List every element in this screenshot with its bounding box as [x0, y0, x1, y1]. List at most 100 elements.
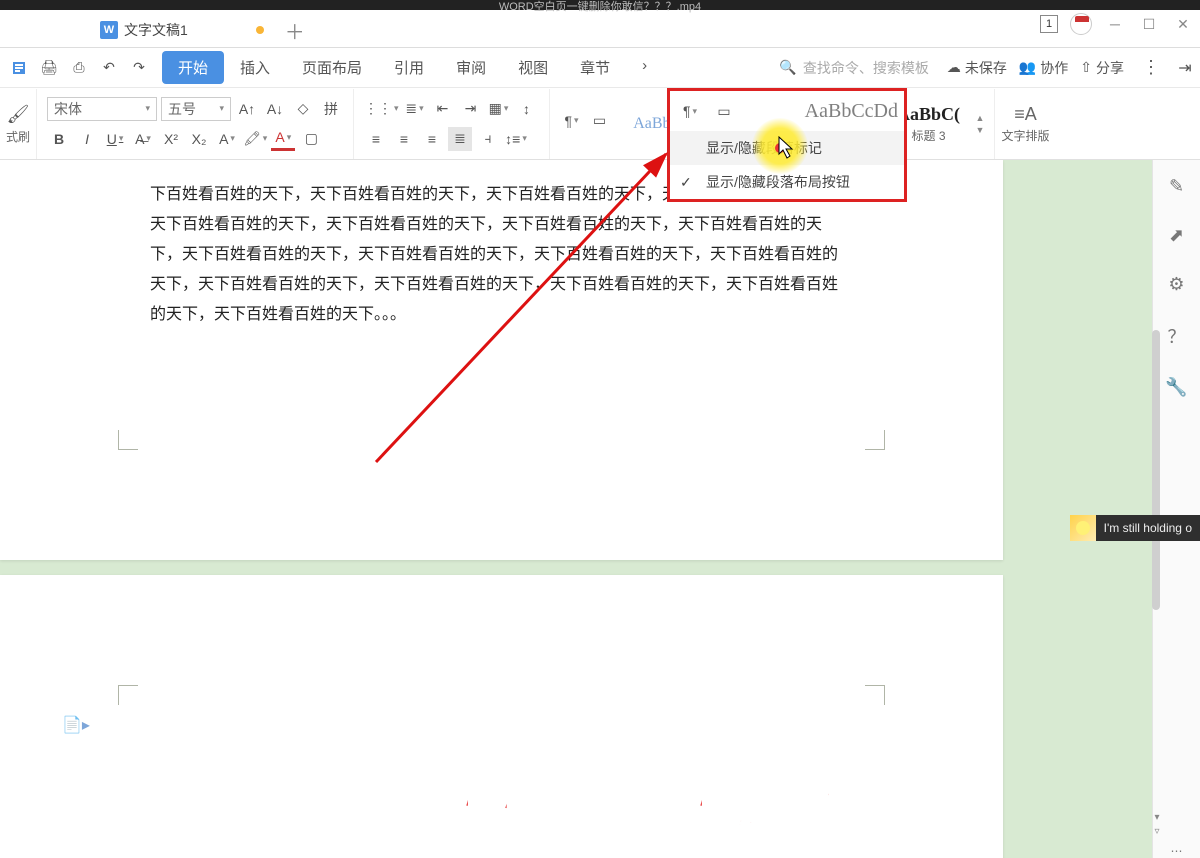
tab-references[interactable]: 引用	[378, 51, 440, 84]
share-button[interactable]: ⇧ 分享	[1080, 58, 1124, 78]
user-avatar-icon[interactable]	[1070, 13, 1092, 35]
cloud-unsaved-status[interactable]: ☁ 未保存	[947, 58, 1007, 78]
unsaved-label: 未保存	[965, 58, 1007, 78]
vertical-scrollbar[interactable]	[1152, 170, 1162, 810]
sort-button[interactable]: ↕	[515, 97, 539, 121]
toggle-paragraph-layout-item[interactable]: ✓ 显示/隐藏段落布局按钮	[670, 165, 904, 199]
highlight-color-button[interactable]: 🖍	[243, 127, 267, 151]
styles-nav[interactable]: ▲▼	[976, 113, 985, 135]
select-icon[interactable]: ⬈	[1169, 225, 1184, 246]
decrease-indent-button[interactable]: ⇤	[431, 97, 455, 121]
page-hint-icon[interactable]: 📄▸	[62, 715, 90, 735]
format-painter-group: 🖌 式刷	[0, 89, 37, 159]
ribbon-toolbar: 🖌 式刷 宋体 ▾ 五号 ▾ A↑ A↓ ◇ 拼 B I U A̶ X² X₂ …	[0, 88, 1200, 160]
tab-page-layout[interactable]: 页面布局	[286, 51, 378, 84]
save-icon[interactable]: 🖨	[36, 55, 62, 81]
document-viewport[interactable]: 下百姓看百姓的天下，天下百姓看百姓的天下，天下百姓看百姓的天下，天下百姓看百姓的…	[0, 160, 1152, 858]
increase-indent-button[interactable]: ⇥	[459, 97, 483, 121]
font-family-select[interactable]: 宋体 ▾	[47, 97, 157, 121]
ruler-small-icon[interactable]: ▭	[712, 99, 736, 123]
tab-review[interactable]: 审阅	[440, 51, 502, 84]
pencil-icon[interactable]: ✎	[1169, 176, 1184, 197]
numbering-button[interactable]: ≣	[403, 97, 427, 121]
print-preview-icon[interactable]: ⎙	[66, 55, 92, 81]
tools-icon[interactable]: 🔧	[1165, 377, 1187, 398]
decrease-font-icon[interactable]: A↓	[263, 97, 287, 121]
scrollbar-thumb[interactable]	[1152, 330, 1160, 610]
tab-section[interactable]: 章节	[564, 51, 626, 84]
tab-start[interactable]: 开始	[162, 51, 224, 84]
tab-more[interactable]: ›	[626, 51, 663, 84]
menu-overflow-icon[interactable]: ⋮	[1136, 57, 1166, 78]
increase-font-icon[interactable]: A↑	[235, 97, 259, 121]
fill-color-button[interactable]: ▦	[487, 97, 511, 121]
main-menu-bar: 🖨 ⎙ ↶ ↷ 开始 插入 页面布局 引用 审阅 视图 章节 › 🔍 查找命令、…	[0, 48, 1200, 88]
video-title-bar: WORD空白页一键删除你敢信？？？.mp4	[0, 0, 1200, 10]
unsaved-dot-icon	[256, 26, 264, 34]
people-icon: 👥	[1019, 59, 1036, 76]
tab-insert[interactable]: 插入	[224, 51, 286, 84]
text-effects-button[interactable]: A	[215, 127, 239, 151]
app-menu-icon[interactable]	[6, 55, 32, 81]
style-name: 标题 3	[912, 127, 946, 144]
crop-mark-icon	[861, 418, 893, 450]
clear-format-icon[interactable]: ◇	[291, 97, 315, 121]
undo-icon[interactable]: ↶	[96, 55, 122, 81]
font-size-value: 五号	[168, 99, 196, 119]
minimize-button[interactable]: ─	[1098, 10, 1132, 38]
crop-mark-icon	[110, 685, 142, 717]
command-search[interactable]: 🔍 查找命令、搜索模板	[779, 58, 928, 78]
align-center-button[interactable]: ≡	[392, 127, 416, 151]
font-color-button[interactable]: A	[271, 127, 295, 151]
maximize-button[interactable]: ☐	[1132, 10, 1166, 38]
ribbon-tabs: 开始 插入 页面布局 引用 审阅 视图 章节 ›	[162, 51, 663, 84]
check-icon: ✓	[680, 174, 692, 191]
new-tab-button[interactable]: ＋	[278, 13, 312, 47]
italic-button[interactable]: I	[75, 127, 99, 151]
superscript-button[interactable]: X²	[159, 127, 183, 151]
crop-mark-icon	[110, 418, 142, 450]
document-page-1: 下百姓看百姓的天下，天下百姓看百姓的天下，天下百姓看百姓的天下，天下百姓看百姓的…	[0, 160, 1003, 560]
share-label: 分享	[1096, 58, 1124, 78]
dropdown-header-row: ¶ ▭ AaBbCcDd	[670, 91, 904, 131]
settings-slider-icon[interactable]: ⚙	[1168, 274, 1184, 295]
collaborate-button[interactable]: 👥 协作	[1019, 58, 1068, 78]
notification-toast[interactable]: I'm still holding o	[1070, 515, 1200, 541]
text-layout-icon: ≡A	[1014, 104, 1037, 125]
line-spacing-button[interactable]: ↕≡	[504, 127, 528, 151]
strikethrough-button[interactable]: A̶	[131, 127, 155, 151]
redo-icon[interactable]: ↷	[126, 55, 152, 81]
share-icon: ⇧	[1080, 59, 1092, 76]
align-justify-button[interactable]: ≣	[448, 127, 472, 151]
align-right-button[interactable]: ≡	[420, 127, 444, 151]
font-size-select[interactable]: 五号 ▾	[161, 97, 231, 121]
paragraph-mark-dropdown[interactable]: ¶	[560, 109, 584, 133]
close-button[interactable]: ✕	[1166, 10, 1200, 38]
scroll-down-icon[interactable]: ▾	[1152, 812, 1162, 824]
ruler-icon[interactable]: ▭	[588, 109, 612, 133]
underline-button[interactable]: U	[103, 127, 127, 151]
scroll-page-down-icon[interactable]: ▿	[1152, 826, 1162, 838]
document-tab-strip: W 文字文稿1 ＋ 1 ─ ☐ ✕	[0, 10, 1200, 48]
search-icon: 🔍	[779, 59, 796, 76]
distribute-button[interactable]: ⫞	[476, 127, 500, 151]
rail-dots-icon[interactable]: ⋯	[1171, 844, 1183, 858]
tab-view[interactable]: 视图	[502, 51, 564, 84]
subscript-button[interactable]: X₂	[187, 127, 211, 151]
paragraph-mark-icon[interactable]: ¶	[678, 99, 702, 123]
format-painter-icon[interactable]: 🖌	[6, 102, 30, 126]
bold-button[interactable]: B	[47, 127, 71, 151]
align-left-button[interactable]: ≡	[364, 127, 388, 151]
character-border-button[interactable]: ▢	[299, 127, 323, 151]
marks-group: ¶ ▭	[550, 89, 622, 159]
bullets-button[interactable]: ⋮⋮	[364, 97, 399, 121]
text-layout-button[interactable]: ≡A 文字排版	[994, 89, 1055, 159]
collapse-ribbon-icon[interactable]: ⇥	[1170, 58, 1200, 78]
phonetic-guide-icon[interactable]: 拼	[319, 97, 343, 121]
style-preview-inline: AaBbCcDd	[805, 100, 898, 123]
window-id-badge[interactable]: 1	[1040, 15, 1058, 33]
document-tab[interactable]: W 文字文稿1	[90, 13, 278, 47]
mouse-cursor-icon	[778, 136, 798, 162]
font-group: 宋体 ▾ 五号 ▾ A↑ A↓ ◇ 拼 B I U A̶ X² X₂ A 🖍 A…	[37, 89, 354, 159]
help-icon[interactable]: ？	[1168, 323, 1186, 349]
